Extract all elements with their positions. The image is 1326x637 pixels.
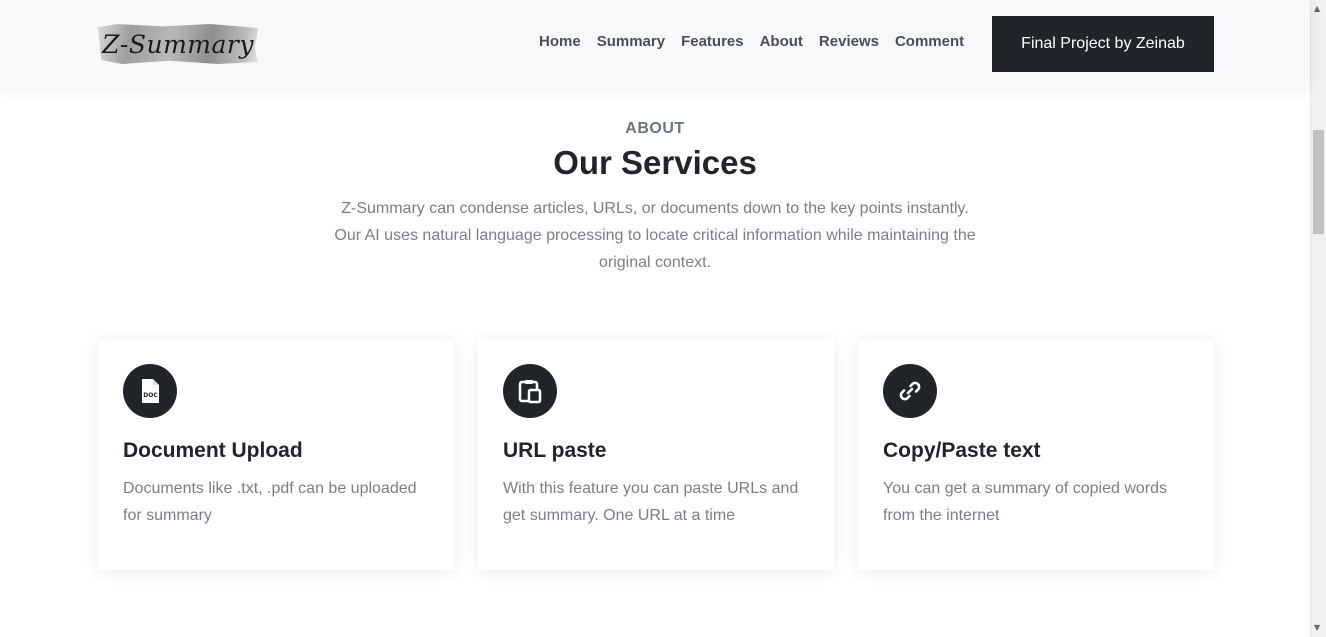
card-text: With this feature you can paste URLs and… [503,480,799,524]
nav-link-about[interactable]: About [760,33,803,50]
service-card-url-paste: URL paste With this feature you can past… [478,339,834,570]
final-project-button[interactable]: Final Project by Zeinab [992,16,1214,72]
nav-link-summary[interactable]: Summary [597,33,665,50]
scroll-up-arrow-icon[interactable]: ▲ [1314,4,1320,14]
service-card-copy-paste-text: Copy/Paste text You can get a summary of… [858,339,1214,570]
clipboard-icon [503,364,557,418]
link-icon [883,364,937,418]
scrollbar-thumb[interactable] [1313,130,1324,234]
svg-text:DOC: DOC [143,392,158,399]
document-icon: DOC [123,364,177,418]
logo-text: Z-Summary [102,29,254,59]
nav-link-comment[interactable]: Comment [895,33,964,50]
main-nav: Home Summary Features About Reviews Comm… [539,33,980,50]
nav-link-features[interactable]: Features [681,33,744,50]
card-title: Document Upload [123,439,303,462]
description-line-2: Our AI uses natural language processing … [334,227,976,244]
nav-link-reviews[interactable]: Reviews [819,33,879,50]
card-text: Documents like .txt, .pdf can be uploade… [123,480,417,524]
card-title: Copy/Paste text [883,439,1041,462]
site-logo[interactable]: Z-Summary [98,24,258,64]
section-description: Z-Summary can condense articles, URLs, o… [270,195,1040,276]
section-eyebrow: ABOUT [625,120,685,137]
card-title: URL paste [503,439,607,462]
service-card-document-upload: DOC Document Upload Documents like .txt,… [98,339,454,570]
nav-link-home[interactable]: Home [539,33,581,50]
page-scrollbar[interactable]: ▲ ▼ [1310,0,1326,637]
description-line-1: Z-Summary can condense articles, URLs, o… [341,200,969,217]
description-line-3: original context. [598,254,712,271]
site-header: Z-Summary Home Summary Features About Re… [0,0,1310,88]
scroll-down-arrow-icon[interactable]: ▼ [1314,623,1320,633]
card-text: You can get a summary of copied words fr… [883,480,1168,524]
section-title: Our Services [553,144,757,181]
